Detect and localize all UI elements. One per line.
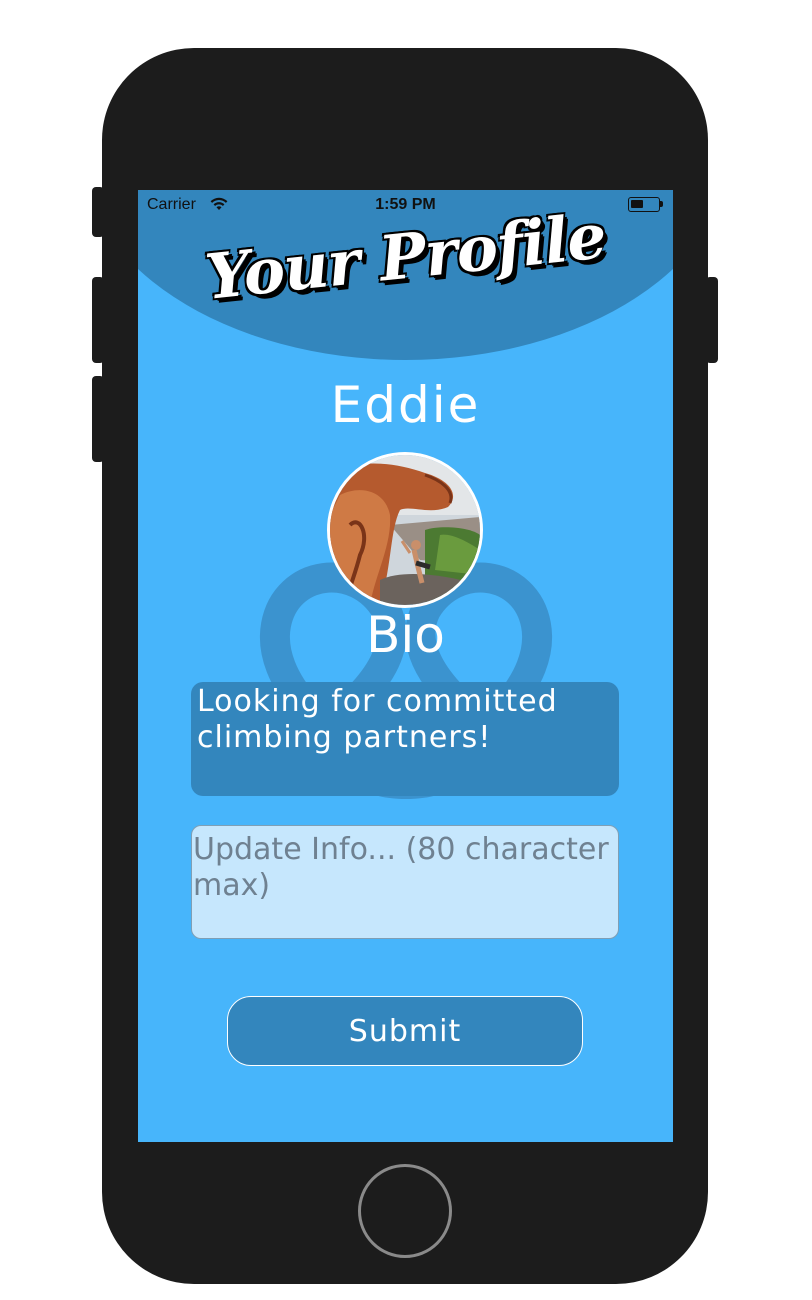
power-button <box>706 277 718 363</box>
bio-text: Looking for committed climbing partners! <box>191 682 619 796</box>
profile-avatar[interactable] <box>327 452 483 608</box>
bio-heading: Bio <box>366 606 445 664</box>
silent-switch <box>92 187 104 237</box>
volume-up-button <box>92 277 104 363</box>
home-button[interactable] <box>358 1164 452 1258</box>
profile-username: Eddie <box>330 376 481 434</box>
submit-button[interactable]: Submit <box>227 996 583 1066</box>
app-screen: Carrier 1:59 PM Your Profile Eddie Bio L… <box>138 190 673 1142</box>
volume-down-button <box>92 376 104 462</box>
update-info-input[interactable] <box>191 825 619 939</box>
avatar-photo <box>330 455 480 605</box>
